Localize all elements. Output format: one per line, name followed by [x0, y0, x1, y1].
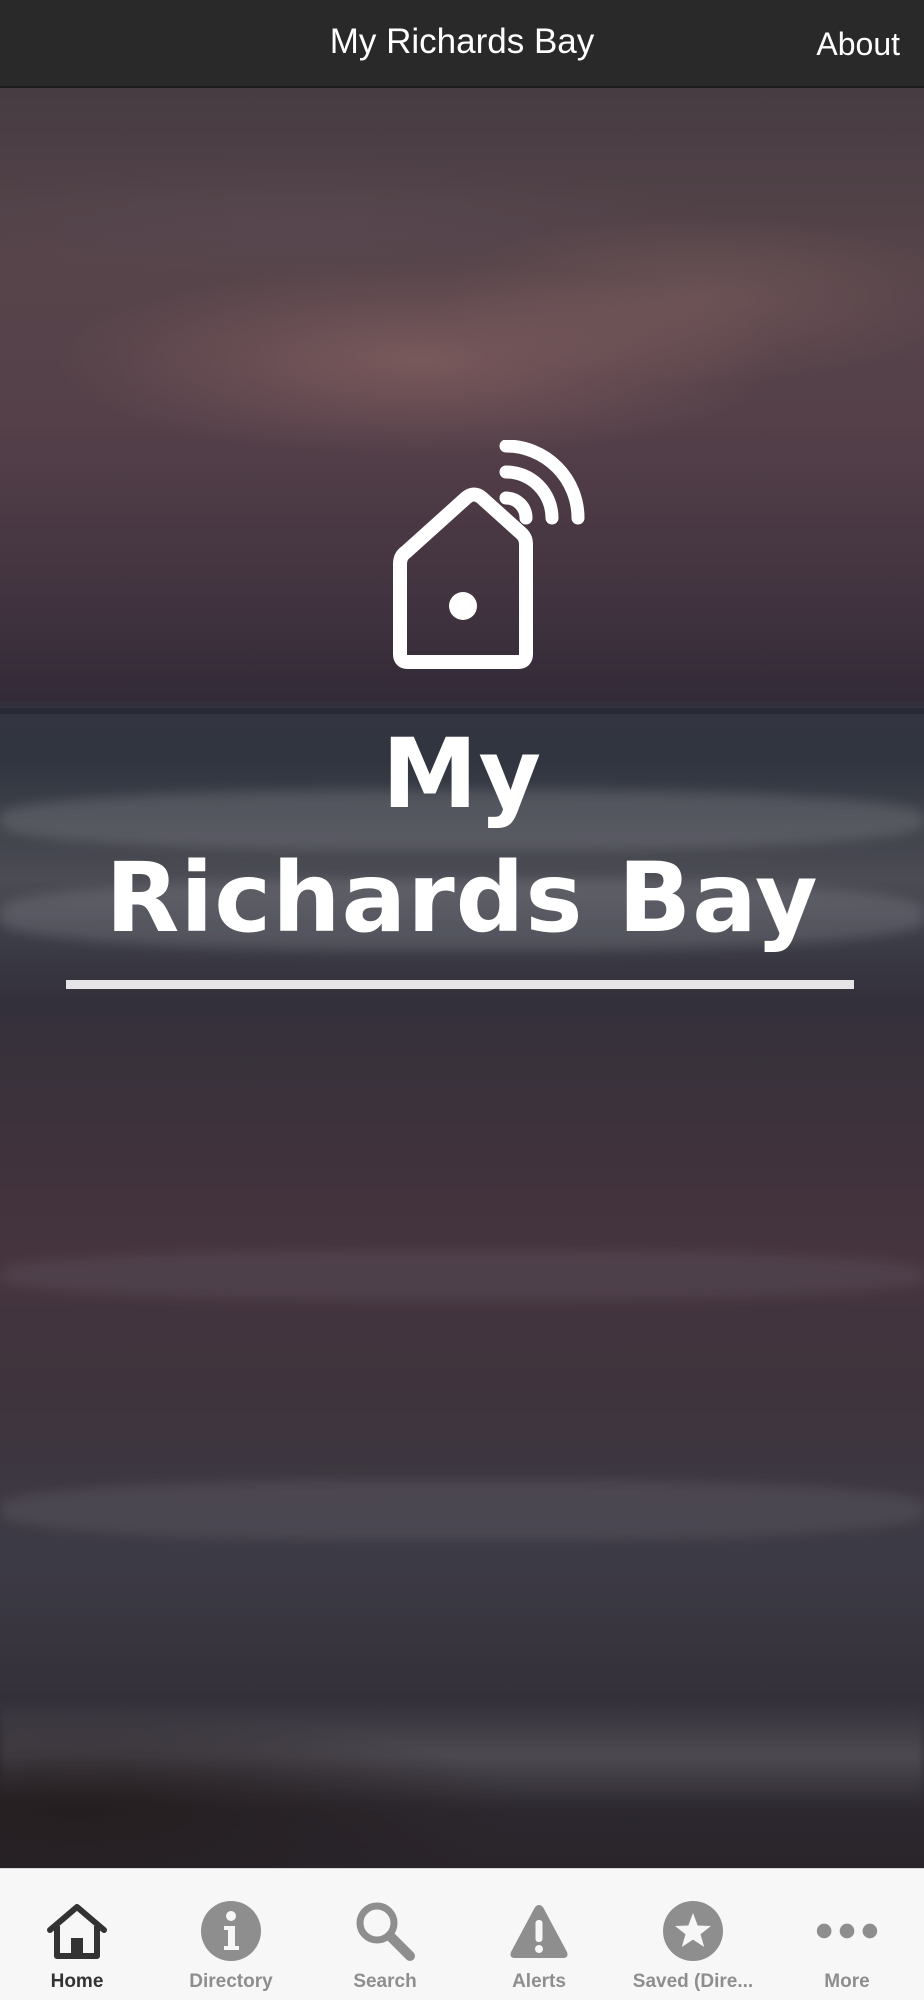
tab-label: More — [824, 1971, 870, 1992]
tab-more[interactable]: More — [770, 1869, 924, 2000]
page-title: My Richards Bay — [329, 22, 595, 61]
tab-saved[interactable]: Saved (Dire... — [616, 1869, 770, 2000]
tab-label: Search — [353, 1971, 417, 1992]
top-navigation-bar: My Richards Bay About — [0, 0, 924, 88]
tab-label: Alerts — [512, 1971, 566, 1992]
hero-title-line-2: Richards Bay — [105, 842, 819, 954]
about-button[interactable]: About — [816, 26, 900, 63]
star-icon — [661, 1899, 725, 1963]
tab-label: Directory — [189, 1971, 273, 1992]
home-icon — [45, 1899, 109, 1963]
tab-alerts[interactable]: Alerts — [462, 1869, 616, 2000]
tab-home[interactable]: Home — [0, 1869, 154, 2000]
hero-title-line-1: My — [381, 718, 543, 830]
search-icon — [353, 1899, 417, 1963]
alert-icon — [507, 1899, 571, 1963]
info-icon — [199, 1899, 263, 1963]
tab-label: Saved (Dire... — [632, 1971, 754, 1992]
hero-divider — [66, 980, 854, 989]
bottom-tab-bar: Home Directory Search Alerts Saved (Dire… — [0, 1868, 924, 2000]
tab-directory[interactable]: Directory — [154, 1869, 308, 2000]
more-icon — [815, 1899, 879, 1963]
smart-home-wifi-icon — [393, 440, 585, 669]
tab-label: Home — [50, 1971, 104, 1992]
tab-search[interactable]: Search — [308, 1869, 462, 2000]
